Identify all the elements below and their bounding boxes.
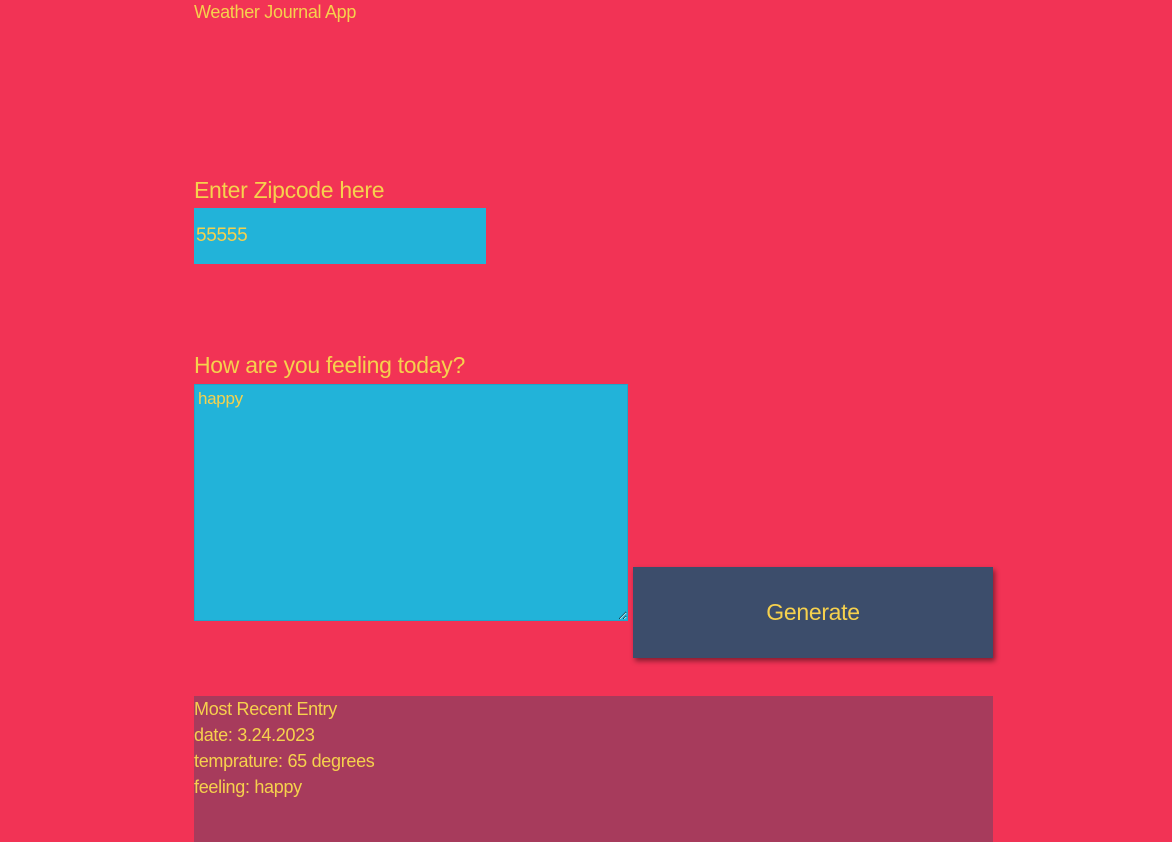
feelings-textarea[interactable]: happy — [194, 384, 628, 621]
recent-entry-title: Most Recent Entry — [194, 699, 337, 719]
recent-entry-panel: Most Recent Entry date: 3.24.2023 tempra… — [194, 696, 993, 842]
app-title: Weather Journal App — [194, 2, 357, 22]
zipcode-label: Enter Zipcode here — [194, 177, 385, 203]
zipcode-input[interactable] — [194, 208, 486, 264]
feelings-label: How are you feeling today? — [194, 352, 465, 378]
entry-temperature: temprature: 65 degrees — [194, 751, 375, 771]
entry-feeling: feeling: happy — [194, 777, 302, 797]
generate-button[interactable]: Generate — [633, 567, 993, 658]
entry-date: date: 3.24.2023 — [194, 725, 315, 745]
